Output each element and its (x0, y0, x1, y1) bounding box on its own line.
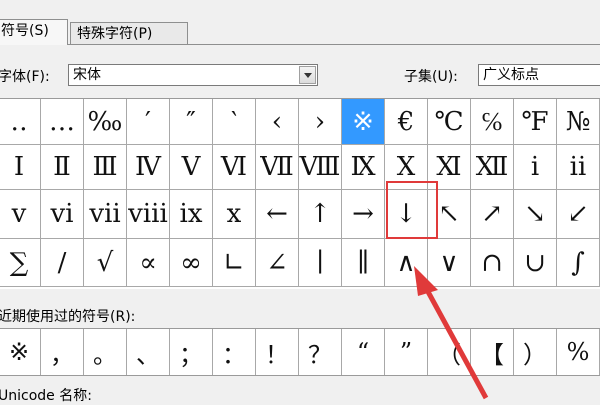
symbol-cell[interactable]: ∕ (41, 239, 84, 287)
symbol-cell[interactable]: Ⅷ (299, 145, 342, 190)
symbol-cell[interactable]: Ⅰ (0, 145, 41, 190)
symbol-cell[interactable]: ↘ (514, 190, 557, 239)
symbol-cell[interactable]: ∪ (514, 239, 557, 287)
recent-symbol-cell[interactable]: 【 (471, 329, 514, 375)
tab-symbols[interactable]: 符号(S) (0, 19, 68, 45)
recent-symbol-cell[interactable]: 、 (127, 329, 170, 375)
symbol-cell[interactable]: ⅸ (170, 190, 213, 239)
symbol-cell[interactable]: ∟ (213, 239, 256, 287)
symbol-cell[interactable]: ∞ (170, 239, 213, 287)
symbol-cell[interactable]: ⅵ (41, 190, 84, 239)
symbol-cell[interactable]: ‥ (0, 99, 41, 145)
tab-divider (0, 44, 600, 45)
recent-symbol-cell[interactable]: ； (170, 329, 213, 375)
symbol-cell[interactable]: ∠ (256, 239, 299, 287)
symbol-cell[interactable]: Ⅱ (41, 145, 84, 190)
symbol-cell[interactable]: ⅰ (514, 145, 557, 190)
tab-special-characters[interactable]: 特殊字符(P) (70, 22, 188, 44)
symbol-grid: ‥… ‰ ′ ″ ‵ ‹ › ※ € ℃ ℅ ℉ № Ⅰ Ⅱ Ⅲ Ⅳ Ⅴ Ⅵ Ⅶ Ⅷ Ⅸ Ⅹ Ⅺ Ⅻⅰ ⅱ ⅴ ⅵ ⅶ ⅷ ⅸ ⅹ ← ↑ → ↓ ↖ ↗… (0, 98, 600, 289)
symbol-cell[interactable]: ↙ (557, 190, 600, 239)
font-select[interactable]: 宋体 (68, 64, 318, 86)
symbol-cell[interactable]: Ⅺ (428, 145, 471, 190)
symbol-cell[interactable]: Ⅹ (385, 145, 428, 190)
recent-symbol-cell[interactable]: ） (514, 329, 557, 375)
symbol-cell[interactable]: ∑ (0, 239, 41, 287)
symbol-cell[interactable]: ∝ (127, 239, 170, 287)
symbol-cell[interactable]: Ⅸ (342, 145, 385, 190)
symbol-cell[interactable]: ∣ (299, 239, 342, 287)
recent-symbol-cell[interactable]: 。 (84, 329, 127, 375)
symbol-cell[interactable]: ′ (127, 99, 170, 145)
symbol-cell[interactable]: ℅ (471, 99, 514, 145)
symbol-cell[interactable]: № (557, 99, 600, 145)
symbol-cell[interactable]: ↖ (428, 190, 471, 239)
symbol-cell[interactable]: Ⅻ (471, 145, 514, 190)
recent-symbol-cell[interactable]: ？ (299, 329, 342, 375)
subset-label: 子集(U): (404, 69, 458, 85)
symbol-cell[interactable]: ∧ (385, 239, 428, 287)
subset-select[interactable]: 广义标点 (478, 64, 600, 86)
symbol-cell[interactable]: √ (84, 239, 127, 287)
symbol-cell[interactable]: ∩ (471, 239, 514, 287)
font-select-value: 宋体 (73, 67, 101, 83)
symbol-cell[interactable]: Ⅶ (256, 145, 299, 190)
symbol-cell[interactable]: ⅶ (84, 190, 127, 239)
recent-symbol-cell[interactable]: ” (385, 329, 428, 375)
symbol-cell[interactable]: € (385, 99, 428, 145)
symbol-cell[interactable]: › (299, 99, 342, 145)
symbol-cell[interactable]: Ⅴ (170, 145, 213, 190)
symbol-cell[interactable]: ⅱ (557, 145, 600, 190)
subset-select-value: 广义标点 (483, 67, 539, 83)
symbol-cell[interactable]: → (342, 190, 385, 239)
symbol-cell[interactable]: ∫ (557, 239, 600, 287)
symbol-cell[interactable]: ‵ (213, 99, 256, 145)
symbol-cell[interactable]: Ⅵ (213, 145, 256, 190)
symbol-cell[interactable]: ‰ (84, 99, 127, 145)
symbol-cell[interactable]: ※ (342, 99, 385, 145)
symbol-cell[interactable]: ⅴ (0, 190, 41, 239)
recent-symbol-cell[interactable]: （ (428, 329, 471, 375)
symbol-cell[interactable]: ″ (170, 99, 213, 145)
font-label: 字体(F): (0, 69, 50, 85)
symbol-cell[interactable]: ⅹ (213, 190, 256, 239)
recent-symbols-row: ※，。、；：！？ “” （【）% (0, 328, 600, 376)
tab-symbols-label: 符号(S) (1, 23, 49, 39)
symbol-cell[interactable]: ‹ (256, 99, 299, 145)
symbol-cell[interactable]: ℉ (514, 99, 557, 145)
recent-symbol-cell[interactable]: % (557, 329, 600, 375)
recent-symbol-cell[interactable]: ※ (0, 329, 41, 375)
symbol-cell[interactable]: ℃ (428, 99, 471, 145)
recent-symbol-cell[interactable]: ！ (256, 329, 299, 375)
symbol-cell[interactable]: … (41, 99, 84, 145)
symbol-cell[interactable]: ↑ (299, 190, 342, 239)
symbol-cell[interactable]: ∨ (428, 239, 471, 287)
symbol-cell[interactable]: ∥ (342, 239, 385, 287)
symbol-cell[interactable]: ↓ (385, 190, 428, 239)
symbol-cell[interactable]: ⅷ (127, 190, 170, 239)
symbol-cell[interactable]: ← (256, 190, 299, 239)
tab-special-characters-label: 特殊字符(P) (77, 26, 153, 42)
symbol-cell[interactable]: ↗ (471, 190, 514, 239)
recent-label: 近期使用过的符号(R): (0, 309, 136, 325)
symbol-cell[interactable]: Ⅲ (84, 145, 127, 190)
recent-symbol-cell[interactable]: “ (342, 329, 385, 375)
unicode-name-label: Unicode 名称: (0, 388, 92, 404)
recent-symbol-cell[interactable]: ， (41, 329, 84, 375)
chevron-down-icon[interactable] (299, 66, 316, 84)
recent-symbol-cell[interactable]: ： (213, 329, 256, 375)
symbol-cell[interactable]: Ⅳ (127, 145, 170, 190)
